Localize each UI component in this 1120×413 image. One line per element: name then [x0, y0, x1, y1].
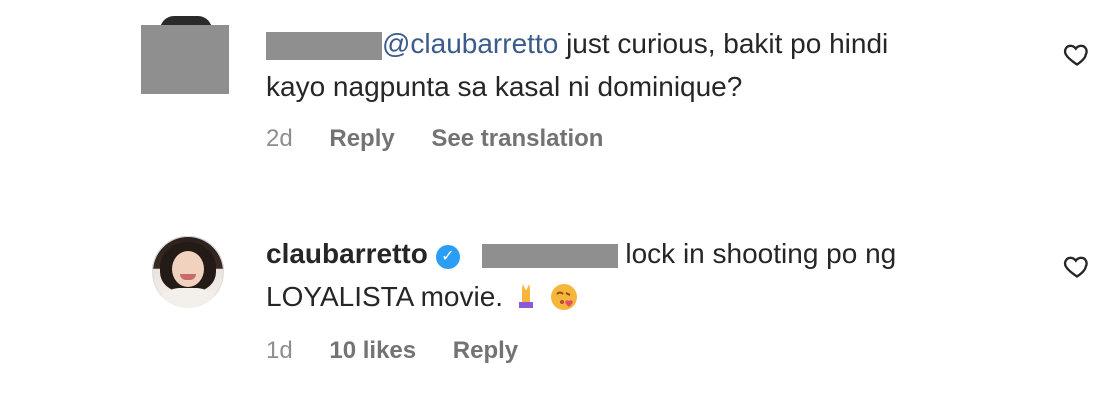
- see-translation-button[interactable]: See translation: [431, 125, 603, 152]
- comment-text-line-2: kayo nagpunta sa kasal ni dominique?: [266, 71, 743, 102]
- reply-button[interactable]: Reply: [329, 125, 394, 152]
- heart-icon[interactable]: [1063, 252, 1091, 280]
- comment-text: just curious, bakit po hindi: [558, 28, 889, 59]
- heart-icon[interactable]: [1063, 40, 1091, 68]
- comment-2: claubarretto ✓ lock in shooting po ng LOY…: [0, 200, 1120, 413]
- likes-count[interactable]: 10 likes: [329, 337, 416, 364]
- comment-meta: 2d Reply See translation: [266, 124, 633, 154]
- reply-button[interactable]: Reply: [453, 337, 518, 364]
- comment-text: lock in shooting po ng: [617, 238, 897, 269]
- comment-text-line-1: claubarretto ✓ lock in shooting po ng: [266, 236, 896, 272]
- comment-text-line-1: @claubarretto just curious, bakit po hin…: [266, 26, 888, 62]
- redacted-mention[interactable]: [481, 243, 618, 268]
- verified-badge-icon: ✓: [435, 245, 460, 269]
- face-blowing-kiss-emoji-icon: [549, 282, 579, 321]
- comment-1: @claubarretto just curious, bakit po hin…: [0, 0, 1120, 200]
- redacted-username[interactable]: [266, 31, 382, 60]
- comment-text-2: LOYALISTA movie.: [266, 281, 504, 312]
- mention-link[interactable]: @claubarretto: [382, 28, 558, 59]
- avatar[interactable]: [152, 236, 224, 308]
- username-link[interactable]: claubarretto: [266, 238, 428, 269]
- redacted-avatar[interactable]: [141, 25, 229, 94]
- timestamp: 2d: [266, 125, 293, 152]
- comment-meta: 1d 10 likes Reply: [266, 336, 548, 366]
- timestamp: 1d: [266, 337, 293, 364]
- comment-text-line-2: LOYALISTA movie.: [266, 279, 579, 321]
- folded-hands-emoji-icon: [513, 282, 539, 321]
